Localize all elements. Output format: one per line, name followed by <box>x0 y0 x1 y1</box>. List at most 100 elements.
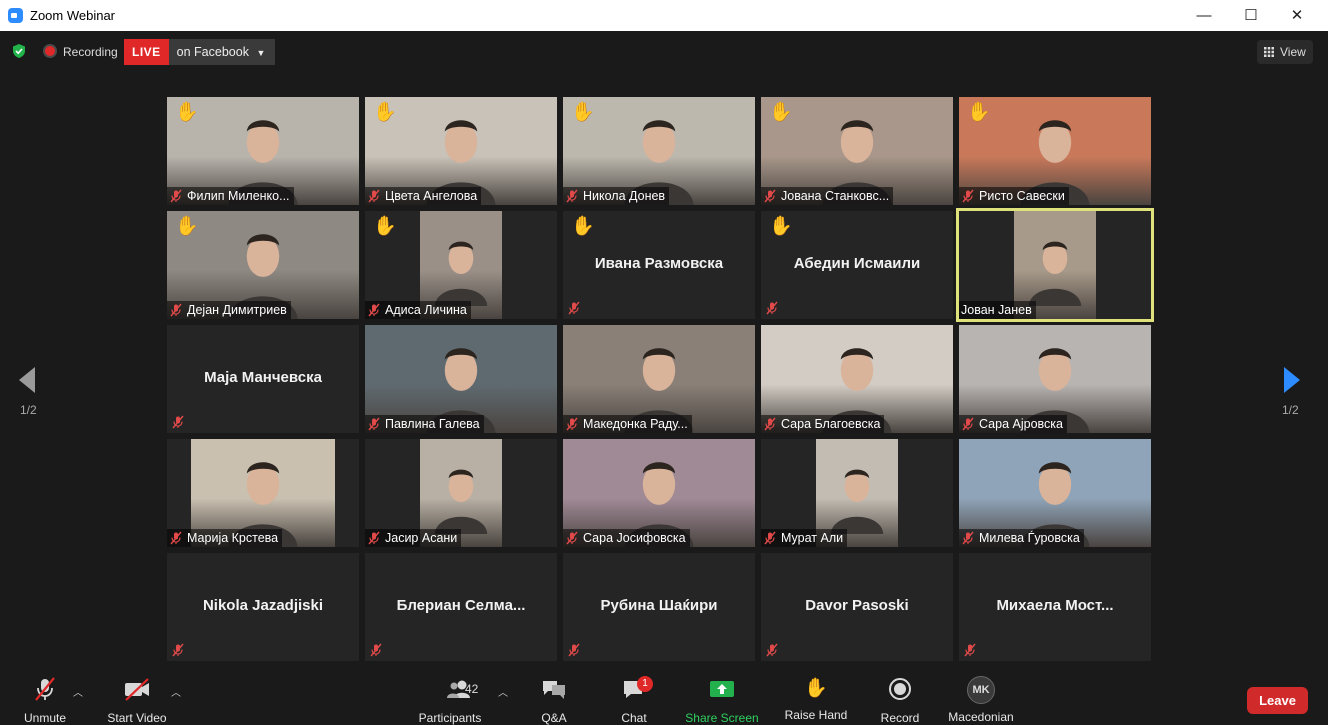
participant-name: Мурат Али <box>781 531 844 545</box>
prev-page-arrow-icon[interactable] <box>17 366 37 394</box>
start-video-button[interactable]: Start Video <box>103 676 171 725</box>
participant-name: Јован Јанев <box>961 303 1032 317</box>
participant-name: Никола Донев <box>583 189 666 203</box>
participant-tile[interactable]: Адиса Личина ✋ <box>365 211 557 319</box>
minimize-button[interactable]: — <box>1181 0 1227 31</box>
participant-tile[interactable]: Сара Јосифовска <box>563 439 755 547</box>
participant-name-label: Сара Јосифовска <box>563 529 690 547</box>
participant-tile[interactable]: Блериан Селма... <box>365 553 557 661</box>
leave-button[interactable]: Leave <box>1247 687 1308 714</box>
microphone-muted-icon <box>763 189 777 203</box>
participant-tile[interactable]: Davor Pasoski <box>761 553 953 661</box>
next-page-arrow-icon[interactable] <box>1282 366 1302 394</box>
microphone-muted-icon <box>565 189 579 203</box>
participant-display-name: Абедин Исмаили <box>793 255 921 272</box>
microphone-muted-icon <box>765 301 779 315</box>
participant-name: Јасир Асани <box>385 531 458 545</box>
participant-name: Сара Ајровска <box>979 417 1063 431</box>
language-label: Macedonian <box>948 710 1014 724</box>
unmute-button[interactable]: Unmute <box>17 676 73 725</box>
participant-tile[interactable]: Ивана Размовска ✋ <box>563 211 755 319</box>
raised-hand-icon: ✋ <box>373 216 397 237</box>
microphone-muted-icon <box>961 417 975 431</box>
microphone-muted-icon <box>961 189 975 203</box>
language-initials-icon: MK <box>967 676 995 704</box>
maximize-button[interactable]: ☐ <box>1228 0 1274 31</box>
zoom-logo-icon <box>8 8 23 23</box>
participant-name-label: Адиса Личина <box>365 301 471 319</box>
participant-name: Цвета Ангелова <box>385 189 478 203</box>
raise-hand-button[interactable]: ✋ Raise Hand <box>783 676 849 722</box>
microphone-muted-icon <box>169 531 183 545</box>
live-destination-dropdown[interactable]: on Facebook ▼ <box>168 39 276 65</box>
microphone-muted-icon <box>565 531 579 545</box>
participant-tile[interactable]: Павлина Галева <box>365 325 557 433</box>
participant-name: Дејан Димитриев <box>187 303 287 317</box>
close-button[interactable]: ✕ <box>1274 0 1320 31</box>
participant-tile[interactable]: Македонка Раду... <box>563 325 755 433</box>
participant-tile[interactable]: Јасир Асани <box>365 439 557 547</box>
live-badge: LIVE <box>124 39 169 65</box>
participant-name-label: Сара Ајровска <box>959 415 1067 433</box>
recording-label: Recording <box>63 45 118 59</box>
participant-tile[interactable]: Сара Ајровска <box>959 325 1151 433</box>
participants-caret-icon[interactable]: ︿ <box>498 684 508 699</box>
microphone-muted-icon <box>367 303 381 317</box>
live-stream-control[interactable]: LIVE on Facebook ▼ <box>124 39 276 65</box>
participant-display-name: Ивана Размовска <box>594 255 724 272</box>
chevron-down-icon: ▼ <box>256 48 266 58</box>
video-options-caret-icon[interactable]: ︿ <box>171 684 181 699</box>
participant-tile[interactable]: Абедин Исмаили ✋ <box>761 211 953 319</box>
raised-hand-icon: ✋ <box>571 216 595 237</box>
participant-tile[interactable]: Nikola Jazadjiski <box>167 553 359 661</box>
audio-options-caret-icon[interactable]: ︿ <box>73 684 83 699</box>
microphone-muted-icon <box>171 415 185 429</box>
raised-hand-icon: ✋ <box>769 216 793 237</box>
participant-tile[interactable]: Ристо Савески ✋ <box>959 97 1151 205</box>
participant-name: Марија Крстева <box>187 531 279 545</box>
raised-hand-icon: ✋ <box>769 102 793 123</box>
microphone-muted-icon <box>763 417 777 431</box>
raised-hand-icon: ✋ <box>571 102 595 123</box>
participant-tile[interactable]: Цвета Ангелова ✋ <box>365 97 557 205</box>
record-button[interactable]: Record <box>876 676 924 725</box>
view-button[interactable]: View <box>1257 40 1313 64</box>
participant-name: Филип Миленко... <box>187 189 290 203</box>
participant-name-label: Ристо Савески <box>959 187 1069 205</box>
microphone-muted-icon <box>765 643 779 657</box>
language-interpretation-button[interactable]: MK Macedonian <box>946 676 1016 724</box>
participant-tile[interactable]: Дејан Димитриев ✋ <box>167 211 359 319</box>
participant-tile[interactable]: Марија Крстева <box>167 439 359 547</box>
participants-count: 42 <box>465 682 479 696</box>
qa-icon <box>543 681 565 699</box>
participant-tile[interactable]: Филип Миленко... ✋ <box>167 97 359 205</box>
participant-tile[interactable]: Јован Јанев <box>959 211 1151 319</box>
participant-name: Милева Ѓуровска <box>979 531 1080 545</box>
microphone-muted-icon <box>567 643 581 657</box>
microphone-muted-icon <box>169 189 183 203</box>
participant-tile[interactable]: Михаела Мост... <box>959 553 1151 661</box>
participant-name-label: Никола Донев <box>563 187 670 205</box>
participant-name-label: Македонка Раду... <box>563 415 692 433</box>
participant-name-label: Цвета Ангелова <box>365 187 482 205</box>
participant-name-label: Милева Ѓуровска <box>959 529 1084 547</box>
microphone-muted-icon <box>367 531 381 545</box>
qa-button[interactable]: Q&A <box>532 676 576 725</box>
participant-tile[interactable]: Никола Донев ✋ <box>563 97 755 205</box>
share-screen-button[interactable]: Share Screen <box>684 676 760 725</box>
participant-display-name: Маја Манчевска <box>204 369 322 386</box>
participant-name-label: Павлина Галева <box>365 415 484 433</box>
microphone-muted-icon <box>565 417 579 431</box>
participant-name: Ристо Савески <box>979 189 1065 203</box>
participant-tile[interactable]: Јована Станковс... ✋ <box>761 97 953 205</box>
microphone-muted-icon <box>367 189 381 203</box>
participant-tile[interactable]: Маја Манчевска <box>167 325 359 433</box>
participant-name-label: Јована Станковс... <box>761 187 894 205</box>
participant-tile[interactable]: Рубина Шаќири <box>563 553 755 661</box>
video-off-icon <box>125 678 149 701</box>
participant-tile[interactable]: Сара Благоевска <box>761 325 953 433</box>
participant-tile[interactable]: Милева Ѓуровска <box>959 439 1151 547</box>
participant-tile[interactable]: Мурат Али <box>761 439 953 547</box>
shield-icon[interactable] <box>12 44 26 58</box>
microphone-muted-icon <box>169 303 183 317</box>
